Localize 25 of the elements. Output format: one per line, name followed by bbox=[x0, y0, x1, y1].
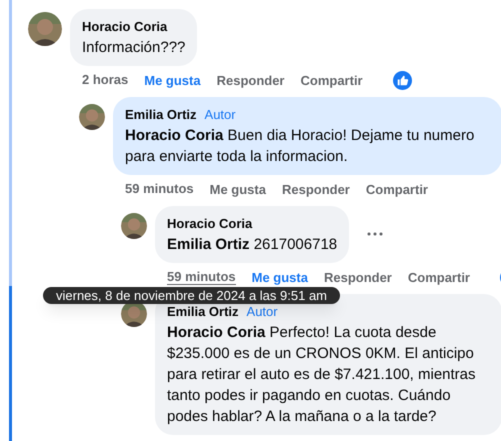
author-name[interactable]: Horacio Coria bbox=[82, 17, 168, 36]
comment-text: Horacio Coria Perfecto! La cuota desde $235.000 es de un CRONOS 0KM. El anticipo para retirar el auto es de $7.421.100, mientras tanto podes ir pagando en cuotas. Cuándo podes hablar? A la mañana o a la tarde? bbox=[167, 322, 477, 426]
date-tooltip: viernes, 8 de noviembre de 2024 a las 9:51 am bbox=[43, 287, 340, 304]
like-link[interactable]: Me gusta bbox=[144, 70, 201, 90]
comment-text: Emilia Ortiz 2617006718 bbox=[167, 234, 338, 254]
like-link[interactable]: Me gusta bbox=[210, 180, 266, 199]
author-label: Autor bbox=[204, 106, 236, 124]
reply-link[interactable]: Responder bbox=[282, 180, 350, 199]
reply-link[interactable]: Responder bbox=[324, 268, 392, 287]
timestamp-link[interactable]: 59 minutos bbox=[125, 182, 194, 197]
author-name[interactable]: Emilia Ortiz bbox=[167, 302, 239, 322]
like-link[interactable]: Me gusta bbox=[252, 268, 308, 287]
author-label: Autor bbox=[246, 303, 278, 321]
reply-link[interactable]: Responder bbox=[216, 70, 284, 90]
timestamp-link[interactable]: 2 horas bbox=[82, 72, 128, 88]
thumbs-up-icon bbox=[392, 70, 412, 90]
author-name[interactable]: Horacio Coria bbox=[167, 214, 252, 234]
share-link[interactable]: Compartir bbox=[300, 70, 363, 90]
author-name[interactable]: Emilia Ortiz bbox=[125, 105, 197, 124]
comment-text: Información??? bbox=[82, 38, 186, 58]
more-options-icon[interactable] bbox=[367, 232, 384, 236]
comment-text: Horacio Coria Buen dia Horacio! Dejame tu numero para enviarte toda la informacion. bbox=[125, 126, 476, 166]
share-link[interactable]: Compartir bbox=[366, 180, 428, 199]
timestamp-link[interactable]: 59 minutos bbox=[167, 270, 236, 285]
share-link[interactable]: Compartir bbox=[408, 268, 470, 287]
